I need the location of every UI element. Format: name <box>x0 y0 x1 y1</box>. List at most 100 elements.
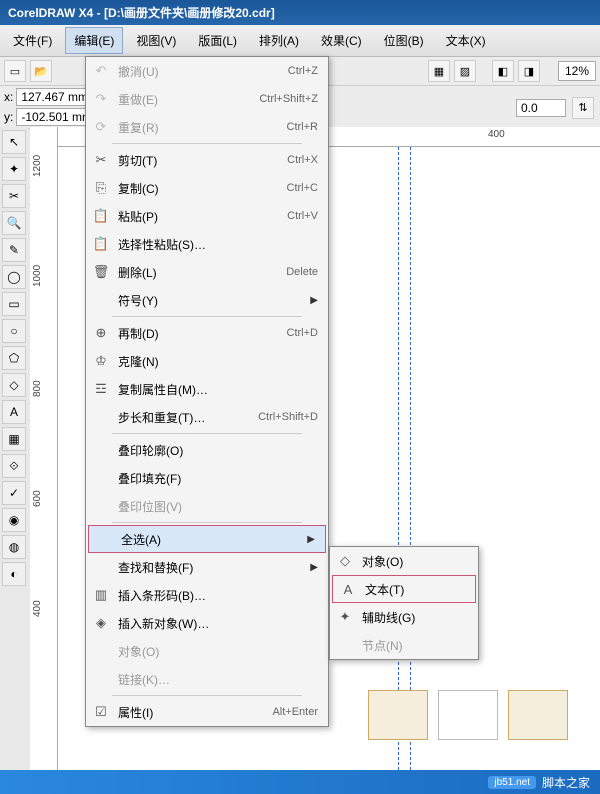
edit-item-11[interactable]: ⊕再制(D)Ctrl+D <box>86 319 328 347</box>
edit-item-23[interactable]: ◈插入新对象(W)… <box>86 609 328 637</box>
menu-bar: 文件(F) 编辑(E) 视图(V) 版面(L) 排列(A) 效果(C) 位图(B… <box>0 25 600 57</box>
menu-item-label: 插入条形码(B)… <box>112 587 318 604</box>
edit-item-21[interactable]: 查找和替换(F)▶ <box>86 553 328 581</box>
open-icon[interactable]: 📂 <box>30 60 52 82</box>
edit-item-14[interactable]: 步长和重复(T)…Ctrl+Shift+D <box>86 403 328 431</box>
menu-item-icon: A <box>337 582 359 597</box>
edit-item-1: ↷重做(E)Ctrl+Shift+Z <box>86 85 328 113</box>
edit-item-25: 链接(K)… <box>86 665 328 693</box>
menu-separator <box>112 522 302 523</box>
menu-file[interactable]: 文件(F) <box>4 27 61 54</box>
smart-tool-icon[interactable]: ◯ <box>2 265 26 289</box>
outline-tool-icon[interactable]: ◉ <box>2 508 26 532</box>
value-input[interactable]: 0.0 <box>516 99 566 117</box>
menu-item-label: 步长和重复(T)… <box>112 409 258 426</box>
footer-watermark: jb51.net 脚本之家 <box>0 770 600 794</box>
edit-item-9[interactable]: 符号(Y)▶ <box>86 286 328 314</box>
eyedropper-icon[interactable]: ✓ <box>2 481 26 505</box>
selectall-item-0[interactable]: ◇对象(O) <box>330 547 478 575</box>
ellipse-tool-icon[interactable]: ○ <box>2 319 26 343</box>
edit-item-8[interactable]: 🗑删除(L)Delete <box>86 258 328 286</box>
menu-item-icon: ↶ <box>90 63 112 79</box>
edit-item-13[interactable]: ☲复制属性自(M)… <box>86 375 328 403</box>
blend-tool-icon[interactable]: ⟐ <box>2 454 26 478</box>
menu-separator <box>112 433 302 434</box>
edit-item-20[interactable]: 全选(A)▶ <box>88 525 326 553</box>
tb-c-icon[interactable]: ◧ <box>492 60 514 82</box>
menu-item-label: 节点(N) <box>356 637 468 654</box>
menu-item-icon: ↷ <box>90 91 112 107</box>
artwork-thumb[interactable] <box>368 690 428 740</box>
menu-item-label: 属性(I) <box>112 704 272 721</box>
tb-b-icon[interactable]: ▨ <box>454 60 476 82</box>
text-tool-icon[interactable]: A <box>2 400 26 424</box>
edit-item-5[interactable]: ⎘复制(C)Ctrl+C <box>86 174 328 202</box>
edit-item-17[interactable]: 叠印填充(F) <box>86 464 328 492</box>
pick-tool-icon[interactable]: ↖ <box>2 130 26 154</box>
zoom-tool-icon[interactable]: 🔍 <box>2 211 26 235</box>
fill-tool-icon[interactable]: ◍ <box>2 535 26 559</box>
edit-item-22[interactable]: ▥插入条形码(B)… <box>86 581 328 609</box>
menu-item-label: 选择性粘贴(S)… <box>112 236 318 253</box>
menu-item-icon: ☑ <box>90 704 112 720</box>
artwork-thumb[interactable] <box>508 690 568 740</box>
x-input[interactable]: 127.467 mm <box>16 88 93 106</box>
menu-separator <box>112 143 302 144</box>
menu-item-icon: 📋 <box>90 236 112 252</box>
menu-item-shortcut: Alt+Enter <box>272 706 318 718</box>
submenu-arrow-icon: ▶ <box>310 562 318 573</box>
toolbox: ↖ ✦ ✂ 🔍 ✎ ◯ ▭ ○ ⬠ ◇ A ▦ ⟐ ✓ ◉ ◍ ◐ <box>0 127 28 589</box>
menu-item-label: 查找和替换(F) <box>112 559 310 576</box>
menu-item-shortcut: Ctrl+X <box>287 154 318 166</box>
menu-item-label: 复制属性自(M)… <box>112 381 318 398</box>
guide-line[interactable] <box>398 147 399 770</box>
menu-separator <box>112 695 302 696</box>
menu-edit[interactable]: 编辑(E) <box>65 27 123 54</box>
menu-text[interactable]: 文本(X) <box>437 27 495 54</box>
menu-item-icon: ☲ <box>90 381 112 397</box>
polygon-tool-icon[interactable]: ⬠ <box>2 346 26 370</box>
menu-item-icon: ♔ <box>90 353 112 369</box>
edit-item-27[interactable]: ☑属性(I)Alt+Enter <box>86 698 328 726</box>
footer-text: 脚本之家 <box>542 774 590 791</box>
interactive-fill-icon[interactable]: ◐ <box>2 562 26 586</box>
new-icon[interactable]: ▭ <box>4 60 26 82</box>
basic-shape-icon[interactable]: ◇ <box>2 373 26 397</box>
menu-bitmap[interactable]: 位图(B) <box>375 27 433 54</box>
menu-item-icon: ✂ <box>90 152 112 168</box>
menu-item-label: 辅助线(G) <box>356 609 468 626</box>
crop-tool-icon[interactable]: ✂ <box>2 184 26 208</box>
selectall-item-2[interactable]: ✦辅助线(G) <box>330 603 478 631</box>
rect-tool-icon[interactable]: ▭ <box>2 292 26 316</box>
selectall-item-1[interactable]: A文本(T) <box>332 575 476 603</box>
edit-item-6[interactable]: 📋粘贴(P)Ctrl+V <box>86 202 328 230</box>
tb-a-icon[interactable]: ▦ <box>428 60 450 82</box>
menu-item-shortcut: Ctrl+Z <box>288 65 318 77</box>
menu-effects[interactable]: 效果(C) <box>312 27 371 54</box>
zoom-combo[interactable]: 12% <box>558 61 596 81</box>
edit-item-7[interactable]: 📋选择性粘贴(S)… <box>86 230 328 258</box>
freehand-tool-icon[interactable]: ✎ <box>2 238 26 262</box>
edit-item-4[interactable]: ✂剪切(T)Ctrl+X <box>86 146 328 174</box>
menu-item-label: 对象(O) <box>356 553 468 570</box>
app-title: CorelDRAW X4 - [D:\画册文件夹\画册修改20.cdr] <box>8 6 275 20</box>
menu-item-label: 复制(C) <box>112 180 287 197</box>
menu-item-label: 删除(L) <box>112 264 286 281</box>
menu-view[interactable]: 视图(V) <box>127 27 185 54</box>
tb-d-icon[interactable]: ◨ <box>518 60 540 82</box>
edit-item-2: ⟳重复(R)Ctrl+R <box>86 113 328 141</box>
edit-item-16[interactable]: 叠印轮廓(O) <box>86 436 328 464</box>
menu-item-shortcut: Ctrl+D <box>287 327 318 339</box>
menu-item-icon: ⎘ <box>90 180 112 196</box>
menu-item-shortcut: Ctrl+V <box>287 210 318 222</box>
edit-item-12[interactable]: ♔克隆(N) <box>86 347 328 375</box>
menu-item-icon: ✦ <box>334 609 356 625</box>
stepper-icon[interactable]: ⇅ <box>572 97 594 119</box>
artwork-thumb[interactable] <box>438 690 498 740</box>
table-tool-icon[interactable]: ▦ <box>2 427 26 451</box>
menu-layout[interactable]: 版面(L) <box>189 27 246 54</box>
shape-tool-icon[interactable]: ✦ <box>2 157 26 181</box>
guide-line[interactable] <box>410 147 411 770</box>
menu-arrange[interactable]: 排列(A) <box>250 27 308 54</box>
menu-item-icon: ◈ <box>90 615 112 631</box>
